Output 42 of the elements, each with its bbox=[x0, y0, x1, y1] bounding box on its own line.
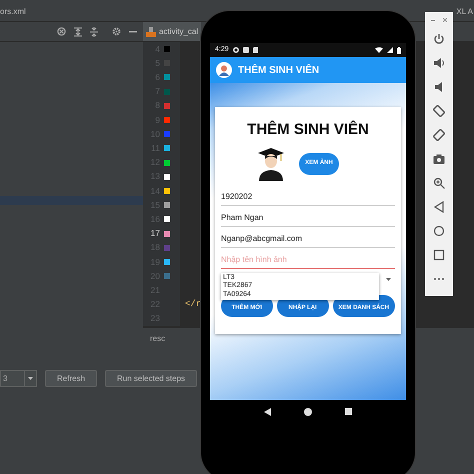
image-icon bbox=[242, 47, 249, 53]
toolbar-button[interactable]: Refresh bbox=[45, 370, 98, 387]
home-icon[interactable] bbox=[304, 408, 312, 416]
caret-icon bbox=[28, 377, 33, 380]
back-icon[interactable] bbox=[264, 408, 272, 416]
wifi-icon bbox=[375, 47, 383, 53]
code-text: </r bbox=[184, 298, 202, 311]
file-tab[interactable]: ors.xml bbox=[0, 6, 26, 21]
layout-file-icon bbox=[146, 26, 156, 36]
minimize-icon[interactable] bbox=[129, 30, 137, 32]
avatar-icon bbox=[216, 62, 232, 78]
app-title: THÊM SINH VIÊN bbox=[238, 63, 320, 78]
line-number: 17 bbox=[150, 227, 160, 240]
graduate-avatar-icon bbox=[257, 146, 285, 180]
sd-card-icon bbox=[252, 47, 258, 53]
recents-icon[interactable] bbox=[344, 408, 352, 415]
recents-icon[interactable] bbox=[433, 249, 445, 261]
text-field[interactable]: Pham Ngan bbox=[221, 206, 395, 226]
text-field[interactable]: 1920202 bbox=[221, 184, 395, 206]
target-icon[interactable] bbox=[57, 27, 66, 36]
zoom-icon[interactable] bbox=[433, 177, 445, 189]
rotate-left-icon[interactable] bbox=[433, 105, 445, 117]
panel-tab[interactable]: resc bbox=[150, 333, 166, 345]
toolbar-button[interactable]: Run selected steps bbox=[105, 370, 198, 387]
dropdown-field[interactable]: 3 bbox=[0, 370, 37, 387]
rotate-right-icon[interactable] bbox=[433, 129, 445, 141]
camera-icon[interactable] bbox=[433, 153, 445, 165]
power-icon[interactable] bbox=[433, 33, 445, 45]
collapse-all-icon[interactable] bbox=[90, 26, 98, 36]
home-icon[interactable] bbox=[433, 225, 445, 237]
back-icon[interactable] bbox=[433, 201, 445, 213]
text-field[interactable]: Nganp@abcgmail.com bbox=[221, 226, 395, 248]
expand-all-icon[interactable] bbox=[74, 26, 82, 36]
dropdown-caret-icon[interactable] bbox=[386, 278, 391, 281]
volume-up-icon[interactable] bbox=[433, 57, 445, 69]
close-icon[interactable] bbox=[443, 18, 447, 22]
editor-tab[interactable]: activity_cal bbox=[143, 22, 202, 41]
signal-icon bbox=[387, 47, 393, 53]
battery-icon bbox=[397, 46, 401, 54]
volume-down-icon[interactable] bbox=[433, 81, 445, 93]
file-tab[interactable]: XL A bbox=[456, 6, 474, 21]
form-heading: THÊM SINH VIÊN bbox=[246, 120, 370, 140]
